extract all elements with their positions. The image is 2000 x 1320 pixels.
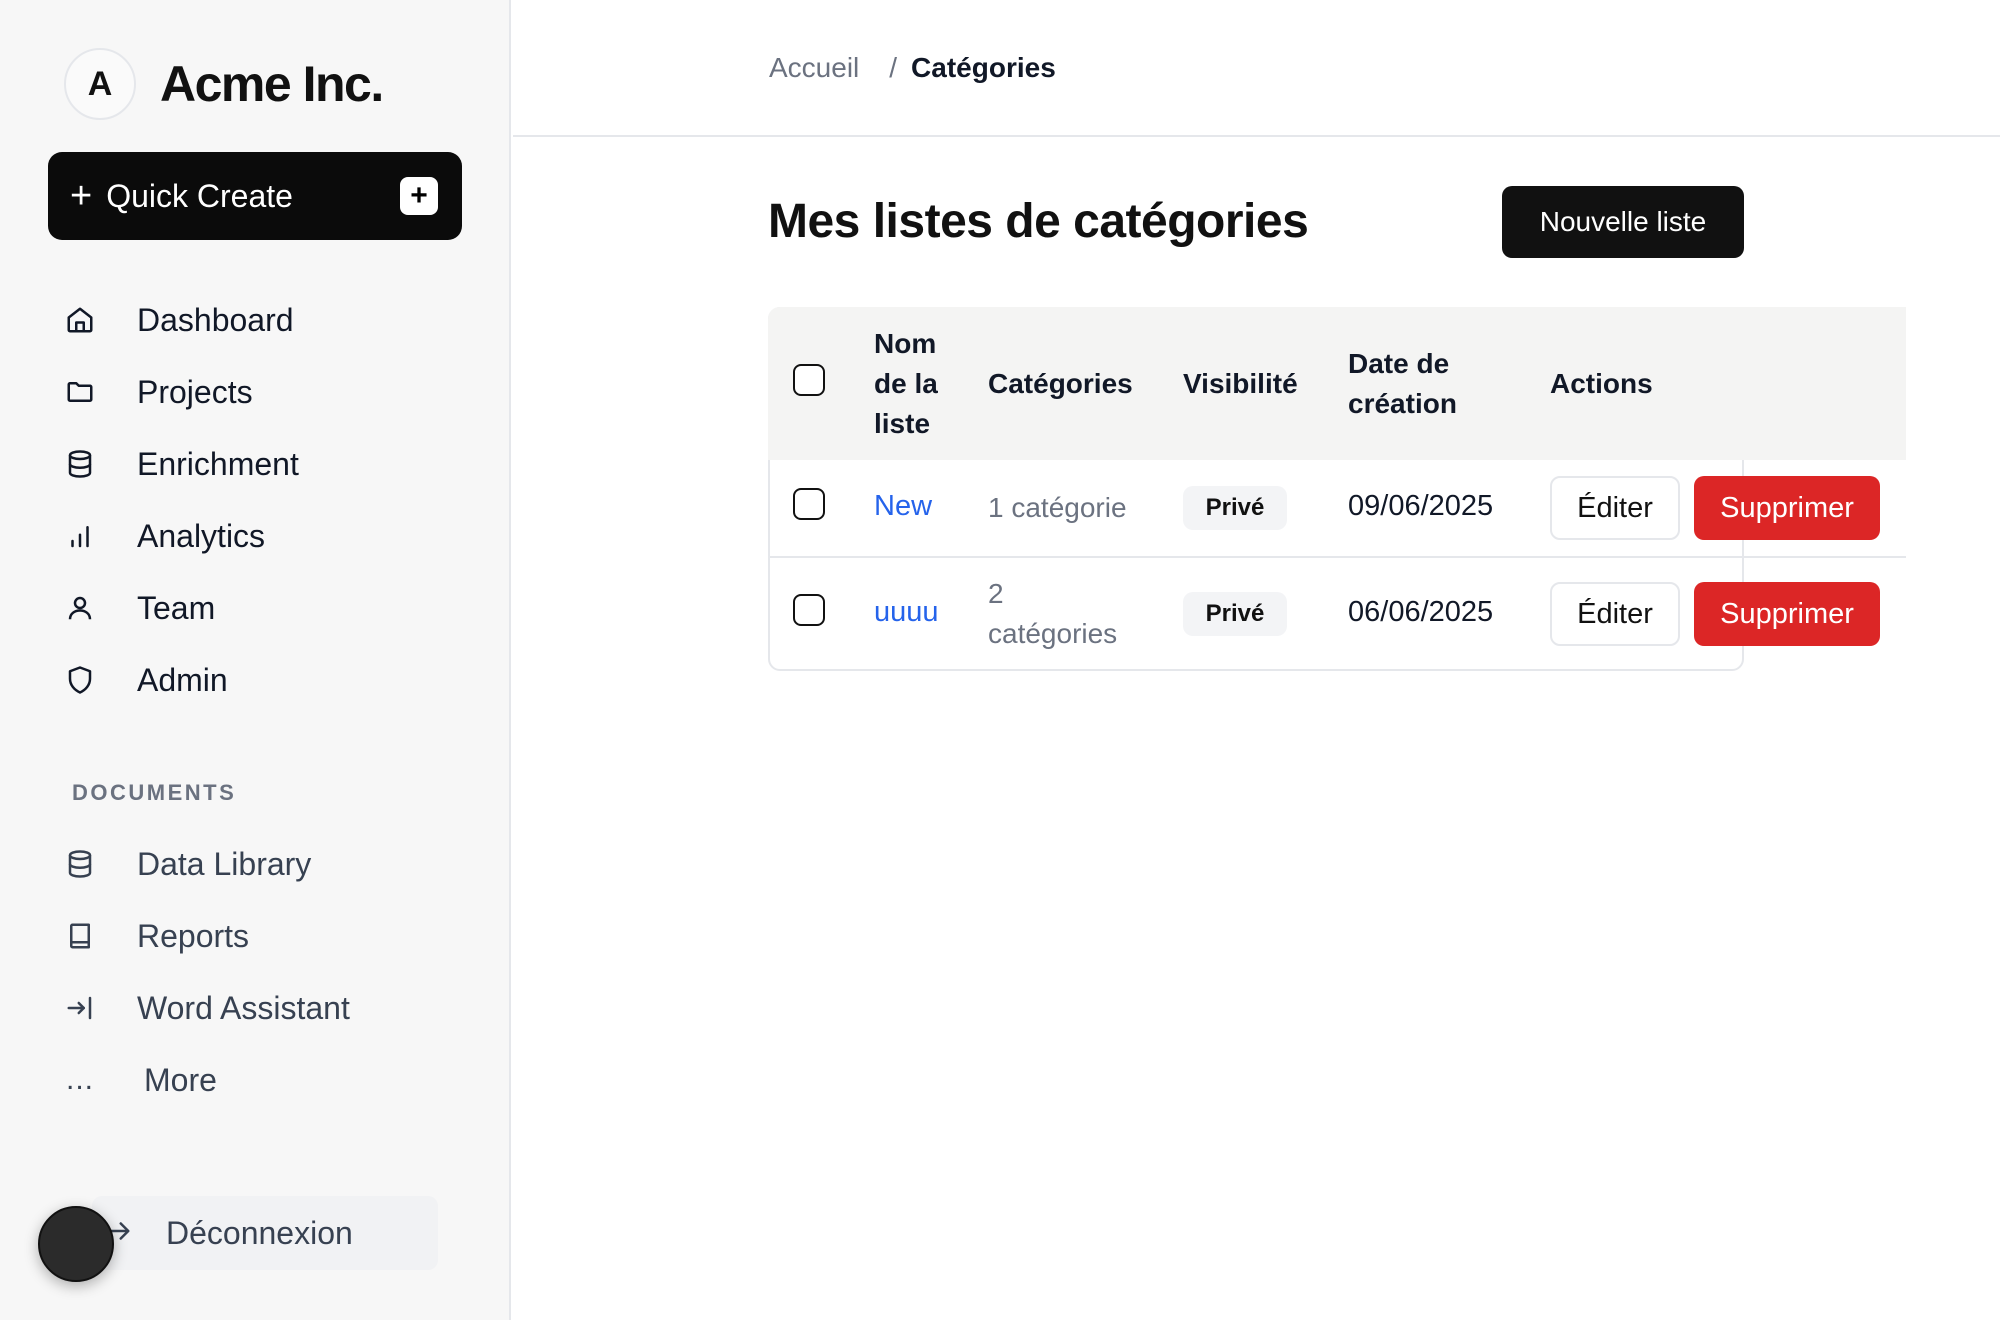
home-icon bbox=[60, 300, 100, 340]
delete-button[interactable]: Supprimer bbox=[1694, 476, 1880, 540]
plus-icon: + bbox=[70, 175, 93, 217]
sidebar-item-reports[interactable]: Reports bbox=[60, 900, 480, 972]
topbar: Accueil / Catégories bbox=[513, 0, 2000, 137]
logout-label: Déconnexion bbox=[166, 1214, 353, 1251]
main-nav: Dashboard Projects Enrichment Analytics … bbox=[60, 284, 480, 716]
breadcrumb-current: Catégories bbox=[911, 52, 1056, 83]
column-header-name: Nom de la liste bbox=[874, 324, 938, 444]
sidebar-item-label: Admin bbox=[137, 661, 228, 698]
column-header-name-line: Nom bbox=[874, 328, 937, 359]
brand[interactable]: A Acme Inc. bbox=[64, 48, 384, 120]
row-divider bbox=[768, 556, 1906, 558]
row-checkbox[interactable] bbox=[793, 488, 825, 520]
creation-date: 06/06/2025 bbox=[1348, 596, 1494, 628]
sidebar-item-label: Dashboard bbox=[137, 301, 294, 338]
edit-button[interactable]: Éditer bbox=[1550, 582, 1680, 646]
sidebar-item-label: Word Assistant bbox=[137, 989, 350, 1026]
visibility-badge: Privé bbox=[1183, 592, 1287, 636]
book-icon bbox=[60, 916, 100, 956]
sidebar-item-label: Enrichment bbox=[137, 445, 299, 482]
row-checkbox[interactable] bbox=[793, 594, 825, 626]
documents-nav: Data Library Reports Word Assistant ... … bbox=[60, 828, 480, 1116]
edit-button[interactable]: Éditer bbox=[1550, 476, 1680, 540]
sidebar-item-enrichment[interactable]: Enrichment bbox=[60, 428, 480, 500]
select-all-checkbox[interactable] bbox=[793, 364, 825, 396]
add-icon[interactable]: + bbox=[400, 177, 438, 215]
sidebar-item-label: More bbox=[144, 1061, 217, 1098]
sidebar-item-dashboard[interactable]: Dashboard bbox=[60, 284, 480, 356]
shield-icon bbox=[60, 660, 100, 700]
table-header bbox=[768, 307, 1906, 460]
sidebar-item-analytics[interactable]: Analytics bbox=[60, 500, 480, 572]
breadcrumb-separator: / bbox=[889, 52, 898, 83]
floating-action-button[interactable] bbox=[38, 1206, 114, 1282]
category-count: 2 catégories bbox=[988, 574, 1117, 654]
folder-icon bbox=[60, 372, 100, 412]
sidebar-item-projects[interactable]: Projects bbox=[60, 356, 480, 428]
sidebar-item-more[interactable]: ... More bbox=[60, 1044, 480, 1116]
sidebar-item-label: Reports bbox=[137, 917, 250, 954]
quick-create-label: Quick Create bbox=[106, 177, 293, 214]
category-count: 1 catégorie bbox=[988, 492, 1127, 523]
sidebar-item-admin[interactable]: Admin bbox=[60, 644, 480, 716]
column-header-visibility: Visibilité bbox=[1183, 368, 1298, 399]
database-icon bbox=[60, 444, 100, 484]
sidebar-item-team[interactable]: Team bbox=[60, 572, 480, 644]
column-header-name-line: liste bbox=[874, 408, 931, 439]
column-header-date: Date de création bbox=[1348, 344, 1457, 424]
sidebar-item-word-assistant[interactable]: Word Assistant bbox=[60, 972, 480, 1044]
user-icon bbox=[60, 588, 100, 628]
column-header-name-line: de la bbox=[874, 368, 938, 399]
documents-section-label: DOCUMENTS bbox=[72, 780, 237, 805]
category-count-line: catégories bbox=[988, 618, 1118, 649]
brand-avatar: A bbox=[64, 48, 136, 120]
list-name-link[interactable]: uuuu bbox=[874, 596, 939, 629]
bar-chart-icon bbox=[60, 516, 100, 556]
category-count-line: 2 bbox=[988, 578, 1004, 609]
brand-name: Acme Inc. bbox=[160, 56, 384, 112]
creation-date: 09/06/2025 bbox=[1348, 490, 1494, 522]
column-header-actions: Actions bbox=[1550, 368, 1653, 399]
sidebar-item-label: Team bbox=[137, 589, 216, 626]
sidebar: A Acme Inc. + Quick Create + Dashboard P… bbox=[0, 0, 511, 1320]
column-header-categories: Catégories bbox=[988, 368, 1133, 399]
breadcrumb: Accueil / Catégories bbox=[769, 52, 1056, 84]
logout-button[interactable]: Déconnexion bbox=[92, 1196, 438, 1270]
sidebar-item-label: Data Library bbox=[137, 845, 312, 882]
more-icon: ... bbox=[65, 1063, 94, 1096]
login-icon bbox=[60, 988, 100, 1028]
column-header-date-line: Date de bbox=[1348, 348, 1450, 379]
breadcrumb-home-link[interactable]: Accueil bbox=[769, 52, 859, 84]
column-header-date-line: création bbox=[1348, 388, 1457, 419]
sidebar-item-label: Analytics bbox=[137, 517, 266, 554]
database-icon bbox=[60, 844, 100, 884]
list-name-link[interactable]: New bbox=[874, 490, 932, 523]
sidebar-item-data-library[interactable]: Data Library bbox=[60, 828, 480, 900]
quick-create-button[interactable]: + Quick Create + bbox=[48, 152, 462, 240]
new-list-button[interactable]: Nouvelle liste bbox=[1502, 186, 1744, 258]
page-title: Mes listes de catégories bbox=[768, 195, 1309, 248]
delete-button[interactable]: Supprimer bbox=[1694, 582, 1880, 646]
visibility-badge: Privé bbox=[1183, 486, 1287, 530]
sidebar-item-label: Projects bbox=[137, 373, 253, 410]
